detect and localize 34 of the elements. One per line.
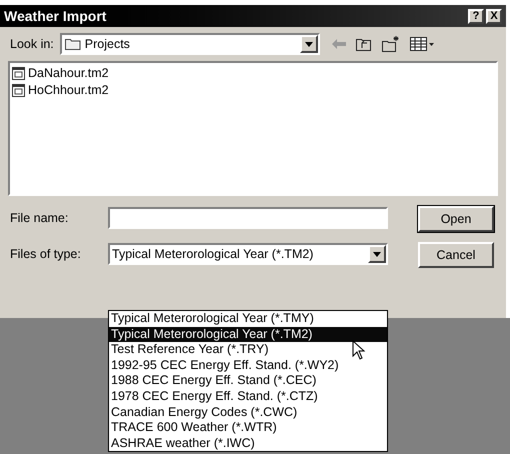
look-in-value: Projects	[84, 36, 130, 53]
folder-icon	[64, 38, 81, 50]
view-menu-icon[interactable]	[410, 37, 434, 51]
file-type-option[interactable]: TRACE 600 Weather (*.WTR)	[109, 420, 387, 436]
dialog-button[interactable]: Open	[418, 206, 494, 232]
files-of-type-dropdown[interactable]: Typical Meterorological Year (*.TM2)	[108, 243, 388, 265]
dropdown-arrow-button[interactable]	[300, 35, 318, 53]
caret-icon	[373, 252, 381, 256]
file-type-option[interactable]: 1992-95 CEC Energy Eff. Stand. (*.WY2)	[109, 358, 387, 374]
file-item[interactable]: DaNahour.tm2	[12, 65, 494, 82]
file-type-option[interactable]: Typical Meterorological Year (*.TM2)	[109, 326, 387, 342]
up-folder-icon[interactable]	[356, 37, 372, 51]
file-type-option[interactable]: Typical Meterorological Year (*.TMY)	[109, 311, 387, 327]
dialog-button[interactable]: Cancel	[418, 242, 494, 268]
close-button[interactable]: X	[486, 8, 502, 24]
file-type-option[interactable]: Canadian Energy Codes (*.CWC)	[109, 404, 387, 420]
file-item[interactable]: HoChhour.tm2	[12, 82, 494, 99]
files-of-type-label: Files of type:	[10, 246, 82, 263]
mouse-pointer-icon	[352, 340, 366, 360]
file-type-option[interactable]: 1978 CEC Energy Eff. Stand. (*.CTZ)	[109, 388, 387, 405]
dropdown-arrow-button[interactable]	[368, 245, 386, 263]
window-title: Weather Import	[4, 6, 106, 26]
caret-icon	[304, 42, 313, 46]
look-in-dropdown[interactable]: Projects	[60, 33, 320, 55]
file-type-option[interactable]: Test Reference Year (*.TRY)	[109, 342, 387, 358]
look-in-label: Look in:	[10, 36, 54, 53]
file-icon	[12, 67, 25, 80]
new-folder-icon[interactable]	[382, 36, 400, 52]
file-type-option[interactable]: ASHRAE weather (*.IWC)	[109, 436, 387, 452]
file-icon	[12, 84, 25, 97]
help-button[interactable]: ?	[468, 8, 484, 24]
file-name-field[interactable]	[108, 207, 388, 229]
file-name-label: File name:	[10, 210, 70, 227]
file-type-option[interactable]: 1988 CEC Energy Eff. Stand (*.CEC)	[109, 373, 387, 389]
